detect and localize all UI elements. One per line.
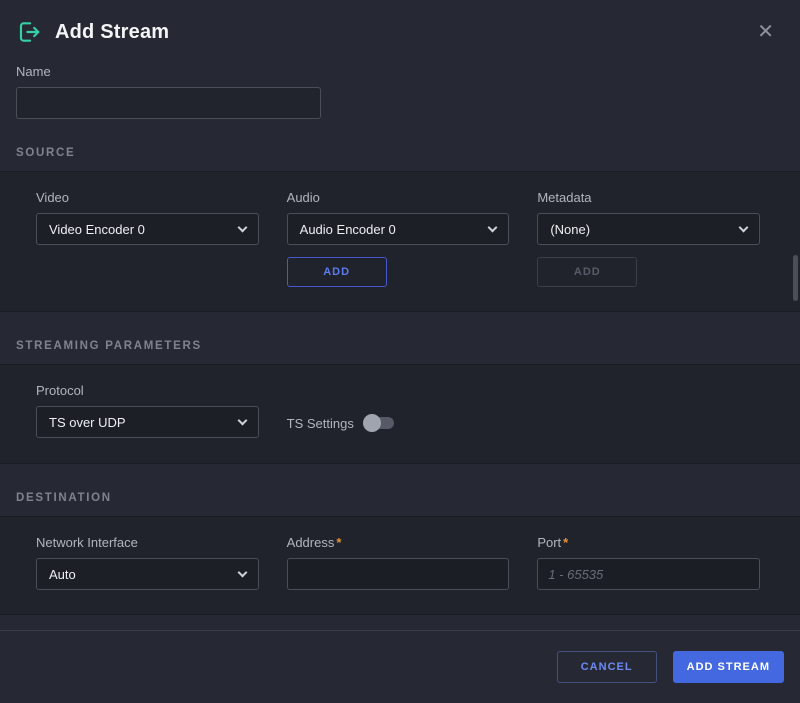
metadata-column: Metadata (None) ADD xyxy=(537,190,760,287)
add-metadata-button: ADD xyxy=(537,257,637,287)
destination-heading: DESTINATION xyxy=(16,492,784,504)
source-heading: SOURCE xyxy=(16,147,784,159)
scrollbar-thumb[interactable] xyxy=(793,255,798,301)
required-marker: * xyxy=(336,535,341,550)
port-column: Port* xyxy=(537,535,760,590)
ts-settings-row: TS Settings xyxy=(287,407,510,439)
chevron-down-icon xyxy=(237,222,247,232)
protocol-label: Protocol xyxy=(36,383,259,398)
streaming-parameters-panel: Protocol TS over UDP TS Settings xyxy=(0,364,800,464)
chevron-down-icon xyxy=(488,222,498,232)
video-label: Video xyxy=(36,190,259,205)
modal-footer: CANCEL ADD STREAM xyxy=(0,630,800,703)
name-label: Name xyxy=(16,64,784,79)
add-audio-button[interactable]: ADD xyxy=(287,257,387,287)
add-stream-icon xyxy=(16,19,42,45)
network-interface-label: Network Interface xyxy=(36,535,259,550)
cancel-button[interactable]: CANCEL xyxy=(557,651,657,683)
chevron-down-icon xyxy=(237,415,247,425)
required-marker: * xyxy=(563,535,568,550)
metadata-label: Metadata xyxy=(537,190,760,205)
video-column: Video Video Encoder 0 xyxy=(36,190,259,287)
toggle-knob xyxy=(363,414,381,432)
add-stream-button[interactable]: ADD STREAM xyxy=(673,651,784,683)
network-interface-value: Auto xyxy=(49,567,76,582)
video-source-value: Video Encoder 0 xyxy=(49,222,145,237)
audio-source-value: Audio Encoder 0 xyxy=(300,222,396,237)
network-interface-select[interactable]: Auto xyxy=(36,558,259,590)
protocol-column: Protocol TS over UDP xyxy=(36,383,259,439)
protocol-select[interactable]: TS over UDP xyxy=(36,406,259,438)
name-input[interactable] xyxy=(16,87,321,119)
chevron-down-icon xyxy=(739,222,749,232)
streaming-parameters-heading: STREAMING PARAMETERS xyxy=(16,340,784,352)
ts-settings-toggle[interactable] xyxy=(364,417,394,429)
video-source-select[interactable]: Video Encoder 0 xyxy=(36,213,259,245)
port-label: Port* xyxy=(537,535,760,550)
network-interface-column: Network Interface Auto xyxy=(36,535,259,590)
ts-settings-label: TS Settings xyxy=(287,416,354,431)
protocol-value: TS over UDP xyxy=(49,415,126,430)
audio-source-select[interactable]: Audio Encoder 0 xyxy=(287,213,510,245)
address-column: Address* xyxy=(287,535,510,590)
close-icon[interactable]: ✕ xyxy=(751,18,780,46)
audio-column: Audio Audio Encoder 0 ADD xyxy=(287,190,510,287)
port-input[interactable] xyxy=(537,558,760,590)
modal-header: Add Stream ✕ xyxy=(0,0,800,54)
name-field-block: Name xyxy=(0,54,800,119)
address-label: Address* xyxy=(287,535,510,550)
modal-title: Add Stream xyxy=(55,21,169,44)
destination-panel: Network Interface Auto Address* Port* xyxy=(0,516,800,615)
address-input[interactable] xyxy=(287,558,510,590)
add-stream-modal: Add Stream ✕ Name SOURCE Video Video Enc… xyxy=(0,0,800,703)
metadata-source-value: (None) xyxy=(550,222,590,237)
spacer-column xyxy=(537,383,760,439)
source-panel: Video Video Encoder 0 Audio Audio Encode… xyxy=(0,171,800,312)
metadata-source-select[interactable]: (None) xyxy=(537,213,760,245)
chevron-down-icon xyxy=(237,567,247,577)
audio-label: Audio xyxy=(287,190,510,205)
